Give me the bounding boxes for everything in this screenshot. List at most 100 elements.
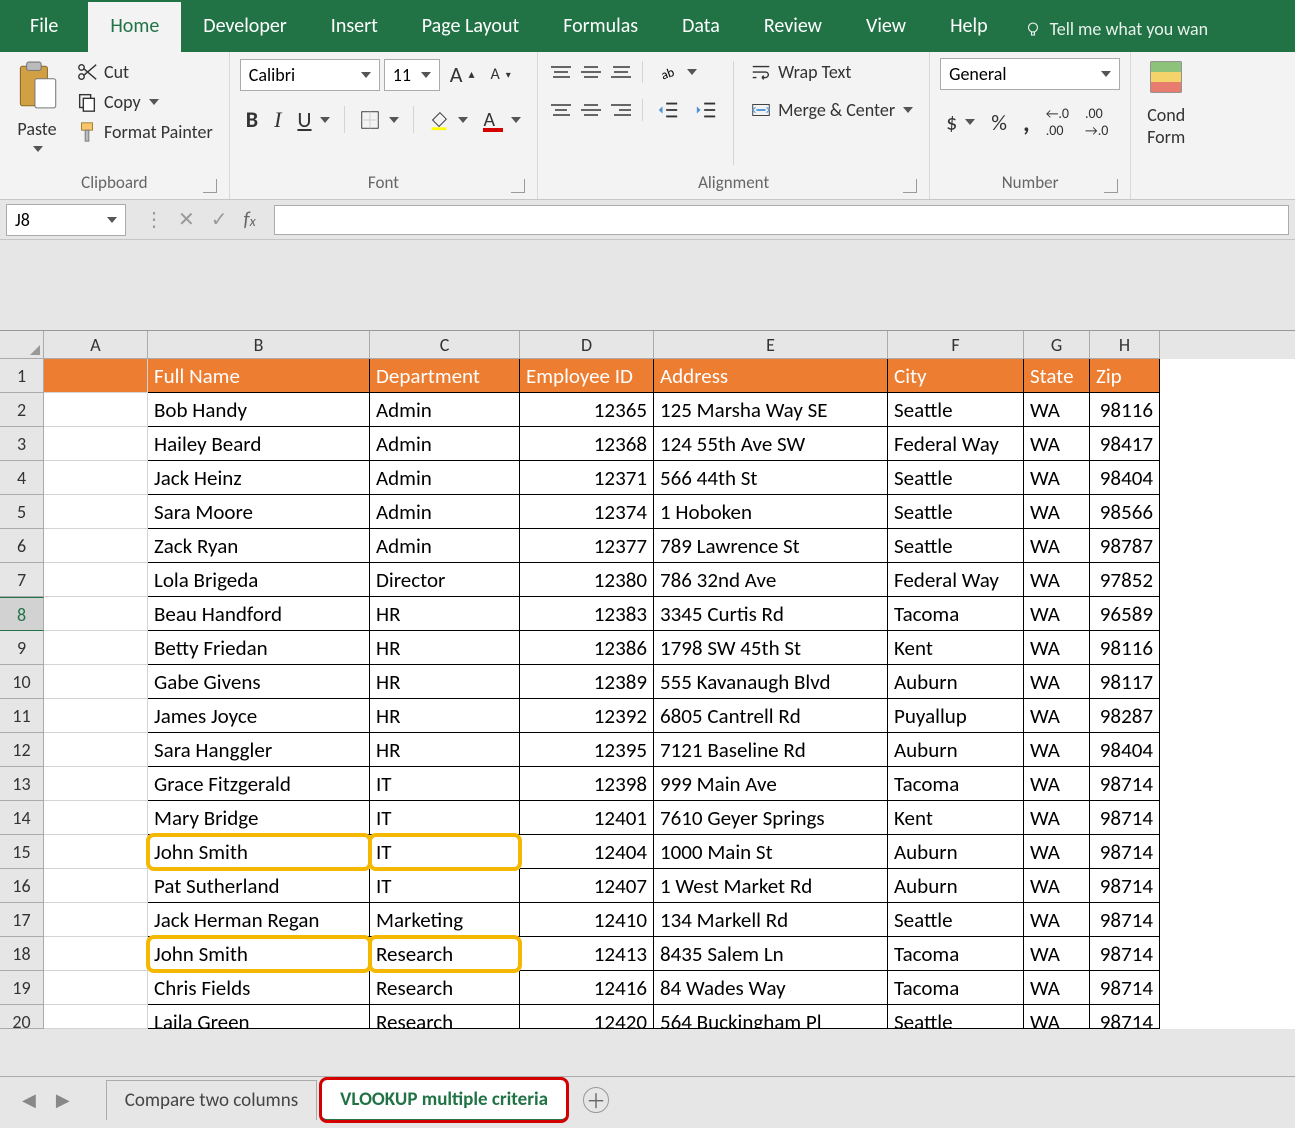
cell[interactable]: 97852 bbox=[1090, 563, 1160, 597]
cell[interactable]: 12404 bbox=[520, 835, 654, 869]
col-header-D[interactable]: D bbox=[520, 331, 654, 359]
cell[interactable]: 98787 bbox=[1090, 529, 1160, 563]
cell[interactable]: HR bbox=[370, 733, 520, 767]
cell[interactable]: 96589 bbox=[1090, 597, 1160, 631]
cell[interactable]: Director bbox=[370, 563, 520, 597]
tab-help[interactable]: Help bbox=[928, 2, 1010, 52]
cell[interactable]: 98404 bbox=[1090, 733, 1160, 767]
cell[interactable] bbox=[44, 869, 148, 903]
cell[interactable]: Laila Green bbox=[148, 1005, 370, 1029]
cell[interactable]: Jack Heinz bbox=[148, 461, 370, 495]
col-header-F[interactable]: F bbox=[888, 331, 1024, 359]
cell[interactable]: Department bbox=[370, 359, 520, 393]
col-header-G[interactable]: G bbox=[1024, 331, 1090, 359]
cell[interactable]: 7121 Baseline Rd bbox=[654, 733, 888, 767]
cell[interactable]: 12401 bbox=[520, 801, 654, 835]
cell[interactable]: WA bbox=[1024, 733, 1090, 767]
cell[interactable]: John Smith bbox=[148, 835, 370, 869]
increase-indent-button[interactable] bbox=[689, 96, 723, 124]
align-right-button[interactable] bbox=[608, 98, 634, 122]
cell[interactable]: HR bbox=[370, 699, 520, 733]
cell[interactable]: Federal Way bbox=[888, 427, 1024, 461]
cell[interactable]: 7610 Geyer Springs bbox=[654, 801, 888, 835]
spreadsheet-grid[interactable]: A B C D E F G H 1 Full Name Department E… bbox=[0, 330, 1295, 1029]
row-header[interactable]: 1 bbox=[0, 359, 44, 393]
cell[interactable] bbox=[44, 767, 148, 801]
cell[interactable]: Marketing bbox=[370, 903, 520, 937]
cell[interactable] bbox=[44, 529, 148, 563]
cell[interactable]: 98714 bbox=[1090, 971, 1160, 1005]
sheet-tab-compare[interactable]: Compare two columns bbox=[106, 1080, 317, 1120]
cell[interactable]: IT bbox=[370, 835, 520, 869]
cell[interactable]: 98714 bbox=[1090, 937, 1160, 971]
row-header[interactable]: 9 bbox=[0, 631, 44, 665]
cell[interactable] bbox=[44, 665, 148, 699]
col-header-H[interactable]: H bbox=[1090, 331, 1160, 359]
cell[interactable]: 12410 bbox=[520, 903, 654, 937]
cell[interactable]: WA bbox=[1024, 767, 1090, 801]
row-header[interactable]: 7 bbox=[0, 563, 44, 597]
borders-button[interactable] bbox=[353, 106, 405, 134]
copy-button[interactable]: Copy bbox=[70, 88, 219, 116]
tab-home[interactable]: Home bbox=[88, 2, 181, 52]
cell[interactable]: Auburn bbox=[888, 665, 1024, 699]
decrease-decimal-button[interactable]: .00→.0 bbox=[1079, 102, 1114, 142]
cell[interactable]: WA bbox=[1024, 597, 1090, 631]
row-header[interactable]: 8 bbox=[0, 597, 44, 631]
cell[interactable]: Seattle bbox=[888, 529, 1024, 563]
cell[interactable]: Full Name bbox=[148, 359, 370, 393]
cell[interactable] bbox=[44, 835, 148, 869]
cell[interactable] bbox=[44, 563, 148, 597]
cell[interactable] bbox=[44, 971, 148, 1005]
cell[interactable]: 98714 bbox=[1090, 767, 1160, 801]
row-header[interactable]: 20 bbox=[0, 1005, 44, 1029]
col-header-C[interactable]: C bbox=[370, 331, 520, 359]
cell[interactable]: WA bbox=[1024, 495, 1090, 529]
percent-format-button[interactable]: % bbox=[985, 106, 1013, 139]
comma-format-button[interactable]: , bbox=[1017, 103, 1036, 141]
align-top-button[interactable] bbox=[548, 60, 574, 84]
cell[interactable]: Employee ID bbox=[520, 359, 654, 393]
align-middle-button[interactable] bbox=[578, 60, 604, 84]
col-header-E[interactable]: E bbox=[654, 331, 888, 359]
cell[interactable]: 12374 bbox=[520, 495, 654, 529]
cell[interactable]: 555 Kavanaugh Blvd bbox=[654, 665, 888, 699]
font-name-select[interactable]: Calibri bbox=[240, 59, 380, 91]
cell[interactable]: WA bbox=[1024, 529, 1090, 563]
decrease-font-button[interactable]: A▾ bbox=[485, 62, 517, 87]
cell[interactable]: Auburn bbox=[888, 733, 1024, 767]
row-header[interactable]: 15 bbox=[0, 835, 44, 869]
cell[interactable]: Research bbox=[370, 1005, 520, 1029]
cell[interactable]: WA bbox=[1024, 903, 1090, 937]
dialog-launcher-icon[interactable] bbox=[511, 179, 525, 193]
cell[interactable]: 12392 bbox=[520, 699, 654, 733]
cell[interactable]: 98287 bbox=[1090, 699, 1160, 733]
cell[interactable]: IT bbox=[370, 767, 520, 801]
cell[interactable]: 98714 bbox=[1090, 835, 1160, 869]
underline-button[interactable]: U bbox=[291, 103, 335, 136]
cell[interactable]: 12416 bbox=[520, 971, 654, 1005]
tab-data[interactable]: Data bbox=[660, 2, 742, 52]
cell[interactable]: 98117 bbox=[1090, 665, 1160, 699]
orientation-button[interactable]: ab bbox=[651, 58, 703, 86]
paste-button[interactable]: Paste bbox=[10, 58, 64, 154]
sheet-nav-prev[interactable]: ◀ bbox=[14, 1085, 44, 1115]
row-header[interactable]: 19 bbox=[0, 971, 44, 1005]
cell[interactable] bbox=[44, 393, 148, 427]
cell[interactable]: Kent bbox=[888, 801, 1024, 835]
cell[interactable]: Kent bbox=[888, 631, 1024, 665]
dialog-launcher-icon[interactable] bbox=[903, 179, 917, 193]
cell[interactable]: 12386 bbox=[520, 631, 654, 665]
align-bottom-button[interactable] bbox=[608, 60, 634, 84]
tab-insert[interactable]: Insert bbox=[309, 2, 400, 52]
cell[interactable]: Tacoma bbox=[888, 767, 1024, 801]
tab-developer[interactable]: Developer bbox=[181, 2, 309, 52]
bold-button[interactable]: B bbox=[240, 103, 264, 136]
cell[interactable]: HR bbox=[370, 665, 520, 699]
fx-icon[interactable]: fx bbox=[244, 208, 256, 232]
cell[interactable] bbox=[44, 937, 148, 971]
cell[interactable]: 12413 bbox=[520, 937, 654, 971]
row-header[interactable]: 4 bbox=[0, 461, 44, 495]
col-header-A[interactable]: A bbox=[44, 331, 148, 359]
cell[interactable]: Admin bbox=[370, 427, 520, 461]
